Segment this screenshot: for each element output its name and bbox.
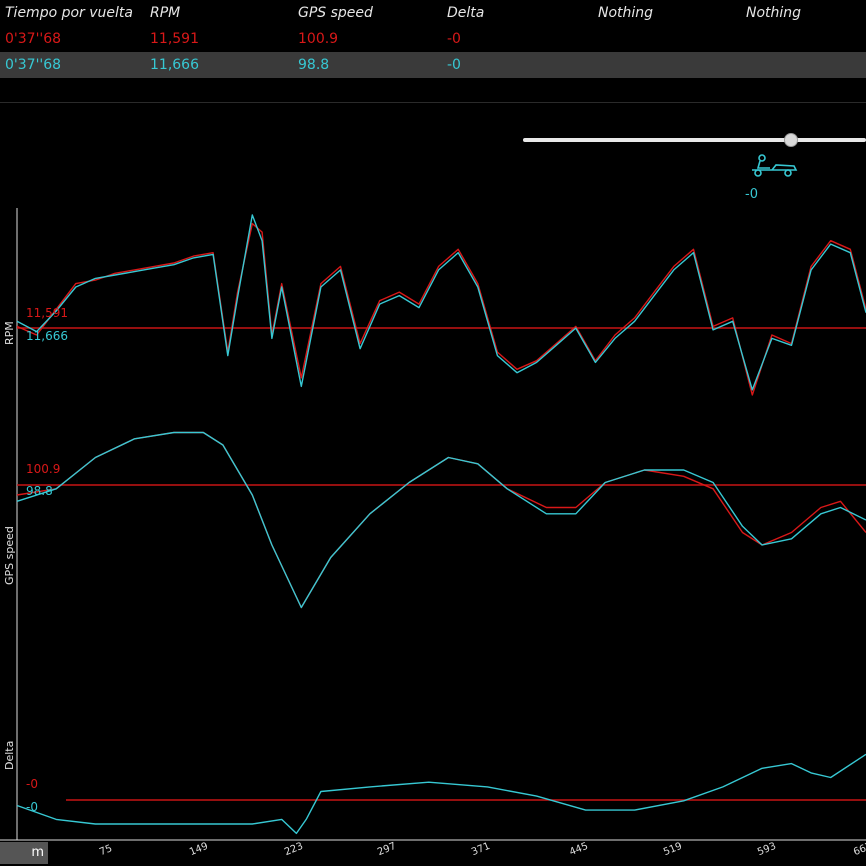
xaxis-tick-149: 149 bbox=[188, 840, 210, 859]
delta-axis-label: Delta bbox=[3, 740, 16, 770]
xaxis-unit-label: m bbox=[0, 842, 48, 864]
xaxis-tick-445: 445 bbox=[568, 840, 590, 859]
rpm-marker-cyan: 11,666 bbox=[26, 329, 68, 343]
delta-marker-cyan: -0 bbox=[26, 800, 38, 814]
xaxis-tick-371: 371 bbox=[470, 840, 492, 859]
xaxis-tick-223: 223 bbox=[283, 840, 305, 859]
xaxis-tick-297: 297 bbox=[376, 840, 398, 859]
rpm-series-0 bbox=[16, 222, 866, 396]
rpm-axis-label: RPM bbox=[3, 321, 16, 345]
delta-marker-red: -0 bbox=[26, 777, 38, 791]
xaxis-tick-667: 667 bbox=[852, 840, 866, 859]
speed-marker-cyan: 98.8 bbox=[26, 484, 53, 498]
rpm-marker-red: 11,591 bbox=[26, 306, 68, 320]
telemetry-chart[interactable] bbox=[0, 0, 866, 842]
speed-marker-red: 100.9 bbox=[26, 462, 61, 476]
gps-speed-series-1 bbox=[16, 431, 866, 609]
delta-series-0 bbox=[16, 753, 866, 835]
xaxis-tick-593: 593 bbox=[756, 840, 778, 859]
gps-speed-axis-label: GPS speed bbox=[3, 526, 16, 585]
xaxis-tick-519: 519 bbox=[662, 840, 684, 859]
rpm-series-1 bbox=[16, 214, 866, 391]
xaxis-tick-75: 75 bbox=[98, 843, 114, 859]
